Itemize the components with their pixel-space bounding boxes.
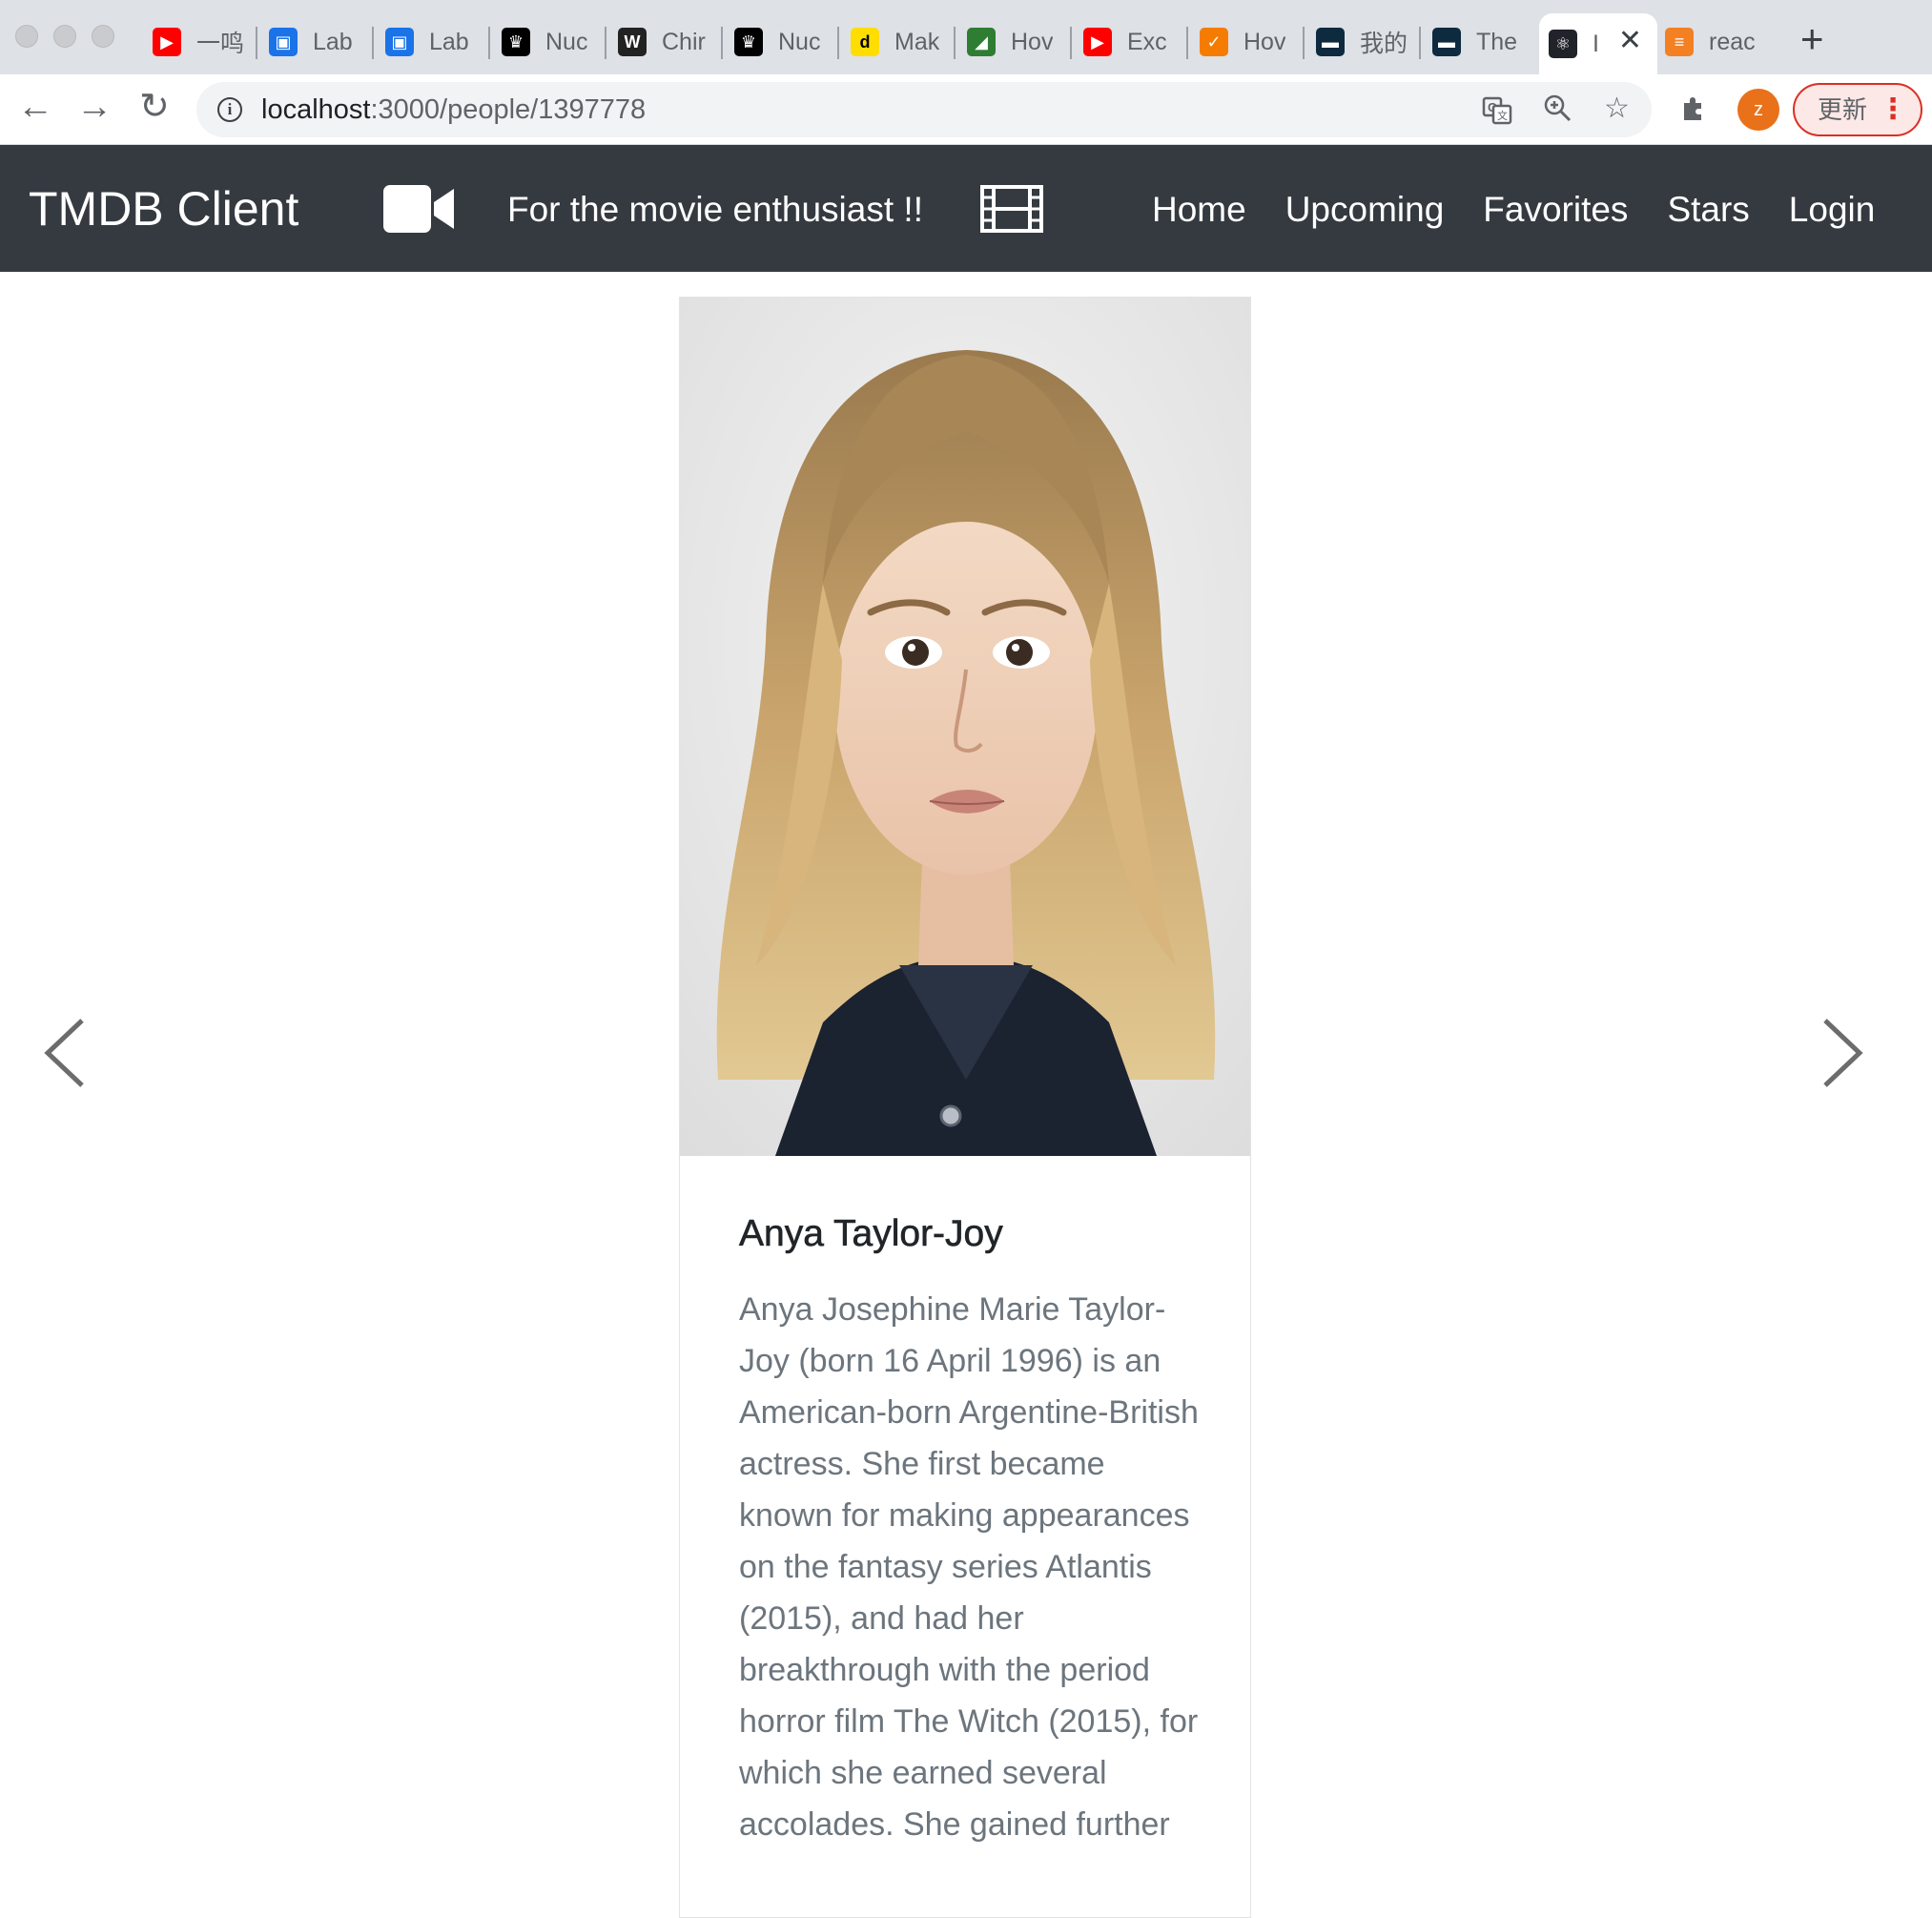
dark-pill-icon: ▬	[1432, 28, 1461, 56]
nav-link-upcoming[interactable]: Upcoming	[1285, 190, 1445, 230]
browser-tab-title: Nuc	[778, 28, 821, 55]
back-arrow-icon[interactable]: ←	[17, 88, 53, 126]
zoom-icon[interactable]	[1543, 93, 1572, 130]
person-photo	[680, 298, 1250, 1156]
person-card: Anya Taylor-Joy Anya Josephine Marie Tay…	[679, 297, 1251, 1918]
w-logo-icon: W	[618, 28, 647, 56]
browser-tab-title: Lab	[429, 28, 469, 55]
youtube-icon: ▶	[153, 28, 181, 56]
carousel-prev-icon[interactable]	[40, 1017, 90, 1089]
browser-tab-title: The	[1476, 28, 1518, 55]
browser-tab-title: Mak	[894, 28, 940, 55]
browser-tab[interactable]: ▬ The	[1423, 13, 1535, 71]
profile-avatar[interactable]: z	[1737, 89, 1779, 131]
stackoverflow-icon: ≡	[1665, 28, 1694, 56]
browser-tab[interactable]: ≡ reac	[1655, 13, 1768, 71]
new-tab-button[interactable]: +	[1800, 19, 1824, 59]
browser-tab[interactable]: ♛ Nuc	[725, 13, 837, 71]
url-path: :3000/people/1397778	[370, 94, 647, 125]
browser-tab-title: Lab	[313, 28, 353, 55]
dark-pill-icon: ▬	[1316, 28, 1345, 56]
nav-link-favorites[interactable]: Favorites	[1483, 190, 1628, 230]
reload-icon[interactable]: ↻	[139, 88, 170, 126]
browser-tab[interactable]: ▣ Lab	[376, 13, 488, 71]
browser-tab[interactable]: W Chir	[608, 13, 721, 71]
browser-tab[interactable]: ▣ Lab	[259, 13, 372, 71]
browser-tab[interactable]: ♛ Nuc	[492, 13, 605, 71]
browser-tab-title: 一鸣	[196, 31, 245, 57]
forward-arrow-icon[interactable]: →	[76, 88, 113, 126]
bookmark-star-icon[interactable]: ☆	[1604, 92, 1630, 125]
tab-separator	[721, 27, 723, 59]
nav-link-login[interactable]: Login	[1789, 190, 1876, 230]
tab-separator	[1070, 27, 1072, 59]
browser-toolbar: ← → ↻ i localhost:3000/people/1397778 G文…	[0, 74, 1932, 145]
browser-tab-title: Exc	[1127, 28, 1167, 55]
video-camera-icon	[383, 185, 456, 237]
window-minimize-control[interactable]	[53, 25, 76, 48]
tab-separator	[605, 27, 606, 59]
tab-separator	[1419, 27, 1421, 59]
browser-tab[interactable]: ▬ 我的	[1306, 13, 1419, 71]
browser-tab-title: Hov	[1011, 28, 1054, 55]
tab-separator	[1186, 27, 1188, 59]
translate-icon[interactable]: G文	[1482, 95, 1512, 133]
tab-separator	[488, 27, 490, 59]
classroom-icon: ▣	[269, 28, 298, 56]
browser-tab[interactable]: ◢ Hov	[957, 13, 1070, 71]
tab-separator	[1303, 27, 1305, 59]
window-close-control[interactable]	[15, 25, 38, 48]
brand-title[interactable]: TMDB Client	[29, 181, 298, 237]
person-biography: Anya Josephine Marie Taylor-Joy (born 16…	[739, 1291, 1199, 1843]
extensions-puzzle-icon[interactable]	[1680, 93, 1709, 130]
nav-link-stars[interactable]: Stars	[1667, 190, 1749, 230]
browser-tab-strip: ▶ 一鸣 ▣ Lab ▣ Lab ♛ Nuc W Chir ♛ Nuc d Mak ◢ Hov ▶ Exc ✓ Hov…	[0, 0, 1932, 74]
address-bar[interactable]: i localhost:3000/people/1397778 G文 ☆	[196, 82, 1652, 137]
nav-links: Home Upcoming Favorites Stars Login	[1152, 190, 1914, 230]
tab-separator	[256, 27, 257, 59]
browser-tab[interactable]: ▶ Exc	[1074, 13, 1186, 71]
carousel-next-icon[interactable]	[1818, 1017, 1867, 1089]
browser-tab-title: I	[1593, 30, 1599, 57]
youtube-icon: ▶	[1083, 28, 1112, 56]
crown-icon: ♛	[502, 28, 530, 56]
browser-tab-title: Chir	[662, 28, 706, 55]
browser-tab-title: reac	[1709, 28, 1756, 55]
crown-icon: ♛	[734, 28, 763, 56]
url-text[interactable]: localhost:3000/people/1397778	[261, 94, 646, 126]
browser-tab-title: 我的	[1360, 31, 1408, 57]
react-icon: ⚛	[1549, 30, 1577, 58]
site-info-icon[interactable]: i	[217, 97, 242, 122]
app-navbar: TMDB Client For the movie enthusiast !! …	[0, 145, 1932, 272]
tagline: For the movie enthusiast !!	[507, 190, 923, 229]
person-name: Anya Taylor-Joy	[739, 1213, 1003, 1255]
tab-separator	[954, 27, 956, 59]
browser-tab[interactable]: d Mak	[841, 13, 954, 71]
url-host: localhost	[261, 94, 371, 125]
svg-text:文: 文	[1497, 109, 1508, 122]
browser-tab[interactable]: ⚛ I ✕	[1539, 13, 1657, 74]
person-card-body: Anya Taylor-Joy Anya Josephine Marie Tay…	[739, 1213, 1206, 1850]
orange-check-icon: ✓	[1200, 28, 1228, 56]
film-strip-icon	[980, 185, 1043, 237]
tab-separator	[837, 27, 839, 59]
update-label: 更新	[1818, 95, 1868, 124]
browser-tab[interactable]: ▶ 一鸣	[143, 13, 256, 71]
window-zoom-control[interactable]	[92, 25, 114, 48]
browser-tab-title: Nuc	[545, 28, 588, 55]
update-button[interactable]: 更新 ⋮	[1793, 83, 1922, 136]
tab-separator	[372, 27, 374, 59]
browser-tab[interactable]: ✓ Hov	[1190, 13, 1303, 71]
browser-tab-title: Hov	[1243, 28, 1286, 55]
classroom-icon: ▣	[385, 28, 414, 56]
tab-close-icon[interactable]: ✕	[1618, 27, 1642, 55]
d-logo-icon: d	[851, 28, 879, 56]
nav-link-home[interactable]: Home	[1152, 190, 1246, 230]
green-leaf-icon: ◢	[967, 28, 996, 56]
kebab-menu-icon[interactable]: ⋮	[1879, 85, 1907, 134]
